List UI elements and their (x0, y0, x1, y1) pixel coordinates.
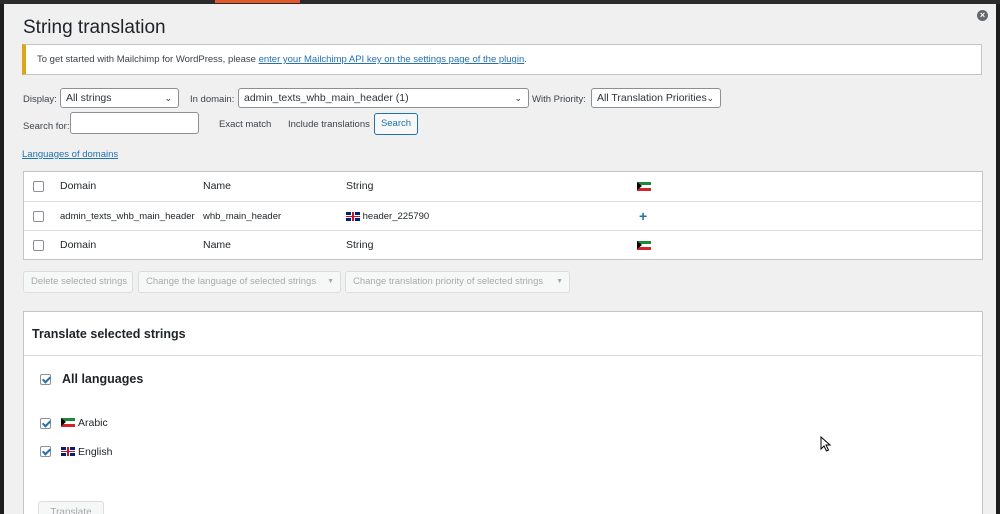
active-tab-indicator (215, 0, 300, 3)
row-checkbox[interactable] (33, 211, 44, 222)
uk-flag-icon (346, 211, 360, 221)
all-languages-label: All languages (62, 372, 144, 386)
table-header-row: Domain Name String (24, 172, 982, 201)
mouse-cursor-icon (820, 436, 832, 452)
display-label: Display: (23, 94, 57, 105)
priority-label: With Priority: (532, 94, 586, 105)
footer-string[interactable]: String (346, 231, 373, 260)
include-translations-label[interactable]: Include translations (288, 119, 370, 130)
priority-select[interactable]: All Translation Priorities ⌄ (591, 88, 721, 108)
row-name: whb_main_header (203, 211, 282, 222)
english-checkbox[interactable] (40, 446, 51, 457)
table-footer-row: Domain Name String (24, 230, 982, 260)
select-all-checkbox[interactable] (33, 181, 44, 192)
english-label: English (78, 446, 113, 458)
priority-select-value: All Translation Priorities (597, 92, 707, 104)
kuwait-flag-icon (61, 418, 75, 427)
all-languages-checkbox[interactable] (40, 374, 51, 385)
row-string: header_225790 (346, 202, 429, 231)
translate-button[interactable]: Translate (38, 501, 104, 514)
column-name[interactable]: Name (203, 172, 231, 201)
arabic-label: Arabic (78, 417, 108, 429)
column-string[interactable]: String (346, 172, 373, 201)
notice-text: To get started with Mailchimp for WordPr… (37, 54, 256, 65)
row-string-value: header_225790 (362, 211, 430, 222)
notice-settings-link[interactable]: enter your Mailchimp API key on the sett… (259, 54, 525, 65)
strings-table: Domain Name String admin_texts_whb_main_… (23, 171, 983, 260)
search-button[interactable]: Search (374, 113, 418, 135)
translate-panel-title: Translate selected strings (32, 327, 186, 341)
search-label: Search for: (23, 121, 70, 132)
change-language-label: Change the language of selected strings (146, 276, 317, 287)
domain-label: In domain: (190, 94, 235, 105)
select-all-footer-checkbox[interactable] (33, 240, 44, 251)
domain-select[interactable]: admin_texts_whb_main_header (1) ⌄ (238, 88, 529, 108)
table-row: admin_texts_whb_main_header whb_main_hea… (24, 201, 982, 231)
domain-select-value: admin_texts_whb_main_header (1) (244, 92, 409, 104)
add-translation-icon[interactable]: + (639, 202, 647, 231)
translate-panel: Translate selected strings All languages… (23, 311, 983, 514)
search-input[interactable] (70, 112, 199, 134)
caret-down-icon: ▼ (327, 278, 334, 285)
notice-end: . (524, 54, 527, 65)
display-select-value: All strings (66, 92, 112, 104)
kuwait-flag-icon (637, 182, 651, 191)
caret-down-icon: ▼ (556, 278, 563, 285)
translate-panel-header: Translate selected strings (24, 312, 982, 356)
row-domain: admin_texts_whb_main_header (60, 211, 195, 222)
languages-of-domains-link[interactable]: Languages of domains (22, 149, 118, 160)
kuwait-flag-icon (637, 241, 651, 250)
chevron-down-icon: ⌄ (706, 93, 714, 103)
modal-title: String translation (23, 17, 166, 38)
change-language-select[interactable]: Change the language of selected strings … (138, 271, 341, 293)
footer-domain[interactable]: Domain (60, 231, 96, 260)
display-select[interactable]: All strings ⌄ (60, 88, 179, 108)
column-domain[interactable]: Domain (60, 172, 96, 201)
delete-selected-button[interactable]: Delete selected strings (23, 271, 133, 293)
footer-name[interactable]: Name (203, 231, 231, 260)
exact-match-label[interactable]: Exact match (219, 119, 271, 130)
chevron-down-icon: ⌄ (164, 93, 172, 103)
change-priority-label: Change translation priority of selected … (353, 276, 544, 287)
mailchimp-notice: To get started with Mailchimp for WordPr… (22, 44, 982, 75)
arabic-checkbox[interactable] (40, 418, 51, 429)
change-priority-select[interactable]: Change translation priority of selected … (345, 271, 570, 293)
string-translation-modal: String translation × To get started with… (4, 4, 996, 514)
close-icon[interactable]: × (977, 10, 988, 21)
uk-flag-icon (61, 447, 75, 456)
chevron-down-icon: ⌄ (514, 93, 522, 103)
